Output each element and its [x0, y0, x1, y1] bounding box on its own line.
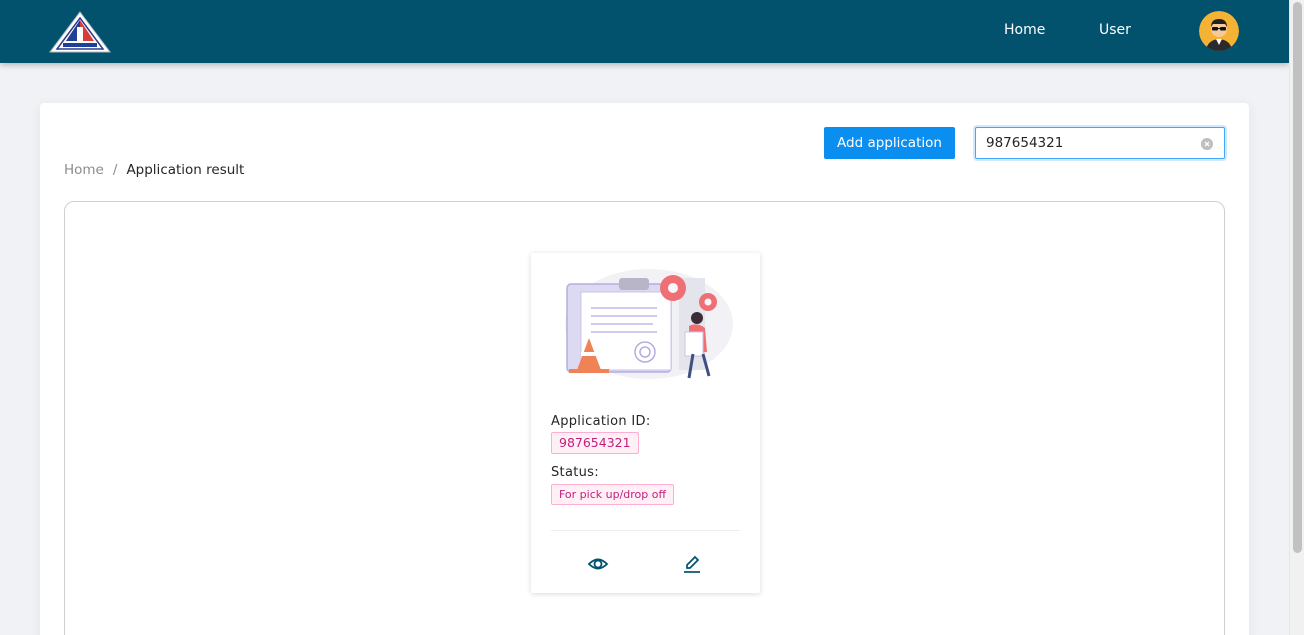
- breadcrumb-home[interactable]: Home: [64, 162, 104, 178]
- search-input[interactable]: [986, 128, 1196, 158]
- card-divider: [551, 530, 740, 531]
- illustration: [565, 269, 733, 379]
- breadcrumb-separator: /: [112, 162, 118, 178]
- top-navbar: Home User: [0, 0, 1289, 63]
- results-panel: Application ID: 987654321 Status: For pi…: [64, 201, 1225, 635]
- breadcrumb-current: Application result: [126, 162, 245, 178]
- nav-user-link[interactable]: User: [1099, 22, 1131, 38]
- user-avatar[interactable]: [1199, 11, 1239, 51]
- application-id-label: Application ID:: [551, 414, 651, 429]
- scrollbar-thumb[interactable]: [1293, 2, 1302, 553]
- search-field[interactable]: [975, 127, 1225, 159]
- nav-home-link[interactable]: Home: [1004, 22, 1045, 38]
- eye-icon[interactable]: [587, 553, 609, 575]
- logo-icon[interactable]: [49, 11, 111, 53]
- status-label: Status:: [551, 465, 599, 480]
- status-tag: For pick up/drop off: [551, 484, 675, 505]
- clear-icon[interactable]: [1201, 138, 1213, 150]
- content-card: Add application Home / Application resul…: [40, 103, 1249, 635]
- add-application-button[interactable]: Add application: [824, 127, 955, 159]
- application-id-tag: 987654321: [551, 432, 639, 454]
- application-card: Application ID: 987654321 Status: For pi…: [531, 253, 760, 593]
- scrollbar[interactable]: [1289, 0, 1304, 635]
- edit-icon[interactable]: [681, 553, 703, 575]
- avatar-icon: [1199, 11, 1239, 51]
- breadcrumb: Home / Application result: [64, 162, 244, 178]
